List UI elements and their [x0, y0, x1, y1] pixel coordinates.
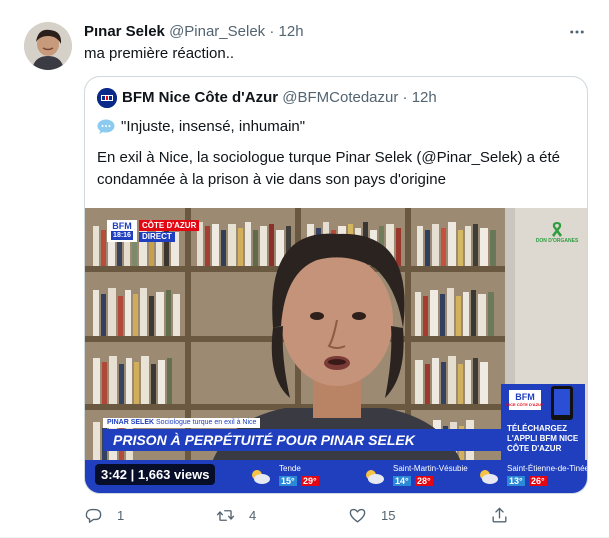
speech-balloon-icon [97, 119, 115, 134]
video-player[interactable]: BFM 18:16 CÔTE D'AZUR DIRECT DON D'ORGAN… [85, 208, 588, 493]
promo-text: TÉLÉCHARGEZ L'APPLI BFM NICE CÔTE D'AZUR [507, 424, 579, 453]
quoted-tweet[interactable]: BFM Nice Côte d'Azur @BFMCotedazur · 12h… [84, 76, 588, 494]
promo-logo-sub: NICE CÔTE D'AZUR [506, 401, 544, 407]
author-name[interactable]: Pınar Selek [84, 23, 165, 40]
quoted-quote-text: "Injuste, insensé, inhumain" [121, 118, 306, 135]
quoted-author-name[interactable]: BFM Nice Côte d'Azur [122, 88, 278, 108]
weather-max-2: 28° [415, 476, 433, 486]
retweet-button[interactable]: 4 [216, 504, 256, 526]
more-horizontal-icon[interactable] [565, 20, 589, 44]
reply-button[interactable]: 1 [84, 504, 124, 526]
live-label: DIRECT [139, 232, 175, 242]
like-button[interactable]: 15 [348, 504, 395, 526]
weather-max-1: 29° [301, 476, 319, 486]
channel-label: CÔTE D'AZUR [139, 220, 200, 231]
bfm-logo-time: 18:16 [111, 231, 133, 240]
reply-icon [85, 508, 102, 523]
weather-min-2: 14° [393, 476, 411, 486]
headline-bar: PRISON À PERPÉTUITÉ POUR PINAR SELEK [103, 429, 501, 451]
weather-city-1: Tende [279, 464, 301, 473]
bfm-channel-logo: BFM 18:16 [107, 220, 137, 242]
heart-icon [349, 508, 366, 523]
sun-cloud-icon [366, 470, 384, 484]
bfm-logo-icon [97, 88, 117, 108]
author-avatar[interactable] [24, 22, 72, 70]
quoted-author-handle[interactable]: @BFMCotedazur [282, 88, 398, 108]
weather-min-1: 15° [279, 476, 297, 486]
app-promo-box: BFM NICE CÔTE D'AZUR TÉLÉCHARGEZ L'APPLI… [501, 384, 585, 462]
weather-city-2: Saint-Martin-Vésubie [393, 464, 468, 473]
quoted-body-text: En exil à Nice, la sociologue turque Pin… [97, 149, 560, 188]
share-icon [492, 507, 507, 523]
lower-third-role: Sociologue turque en exil à Nice [156, 419, 257, 426]
quoted-separator-dot: · [402, 89, 408, 106]
reply-count: 1 [117, 507, 125, 523]
sun-cloud-icon [480, 470, 498, 484]
lower-third-name: PINAR SELEK [107, 419, 155, 426]
sun-cloud-icon [252, 470, 270, 484]
ribbon-text: DON D'ORGANES [535, 238, 579, 244]
avatar-photo [24, 22, 72, 70]
tweet-actions: 1 4 15 [84, 504, 524, 526]
promo-logo-text: BFM [515, 391, 535, 402]
retweet-count: 4 [249, 507, 257, 523]
tweet-time[interactable]: 12h [279, 23, 304, 40]
bfm-logo-text: BFM [112, 221, 132, 231]
quoted-avatar[interactable] [97, 88, 117, 108]
headline-text: PRISON À PERPÉTUITÉ POUR PINAR SELEK [113, 432, 415, 448]
ribbon-badge: DON D'ORGANES [535, 220, 579, 254]
tweet-header: Pınar Selek @Pinar_Selek · 12h [84, 22, 304, 42]
tweet[interactable]: Pınar Selek @Pinar_Selek · 12h ma premiè… [0, 0, 609, 538]
quoted-time[interactable]: 12h [412, 88, 437, 108]
weather-min-3: 13° [507, 476, 525, 486]
separator-dot: · [269, 23, 275, 40]
author-handle[interactable]: @Pinar_Selek [169, 23, 265, 40]
promo-logo: BFM NICE CÔTE D'AZUR [506, 390, 544, 410]
share-button[interactable] [490, 504, 523, 526]
green-ribbon-icon [552, 222, 562, 237]
lower-third-strip: PINAR SELEK Sociologue turque en exil à … [103, 418, 261, 428]
weather-city-3: Saint-Étienne-de-Tinée [507, 464, 588, 473]
phone-icon [551, 386, 573, 420]
video-duration-views-badge: 3:42 | 1,663 views [95, 464, 216, 485]
like-count: 15 [381, 507, 396, 523]
retweet-icon [216, 509, 235, 521]
tweet-text: ma première réaction.. [84, 45, 235, 62]
more-horizontal-glyph [570, 30, 584, 34]
quoted-header: BFM Nice Côte d'Azur @BFMCotedazur · 12h [97, 88, 437, 108]
weather-max-3: 26° [529, 476, 547, 486]
quoted-line1: "Injuste, insensé, inhumain" [97, 117, 305, 137]
